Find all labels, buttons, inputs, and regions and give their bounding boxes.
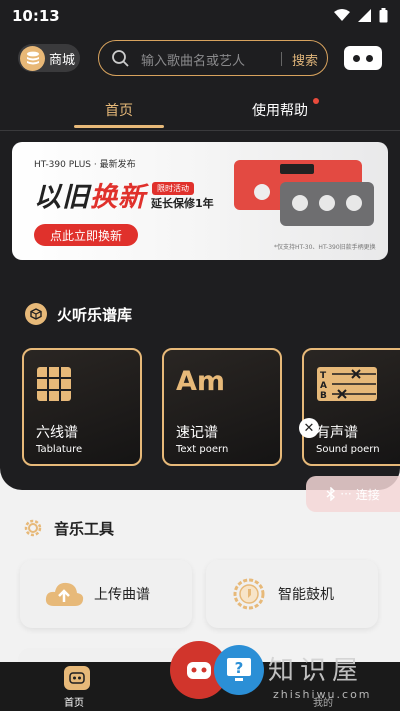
search-bar[interactable]: 输入歌曲名或艺人 搜索	[98, 40, 328, 76]
svg-text:A: A	[320, 381, 327, 391]
search-button[interactable]: 搜索	[292, 50, 318, 69]
tools-title: 音乐工具	[54, 519, 115, 538]
svg-text:B: B	[320, 391, 327, 401]
library-section-title: 火听乐谱库	[25, 303, 132, 325]
banner-fine-print: *仅支持HT-30、HT-390旧款手柄更换	[274, 244, 376, 251]
tablature-grid-icon	[37, 367, 71, 401]
card-sub: Tablature	[36, 444, 83, 455]
notification-dot	[313, 98, 319, 104]
card-text-poern[interactable]: Am 速记谱 Text poern	[162, 348, 282, 466]
tool-label: 智能鼓机	[278, 587, 334, 603]
question-monitor-icon: ?	[227, 658, 251, 681]
tab-active-indicator	[74, 125, 164, 128]
banner-headline-right: 换新	[90, 182, 146, 213]
smart-drum-button[interactable]: 智能鼓机	[206, 560, 378, 628]
bluetooth-icon	[326, 487, 336, 501]
card-sound-poern[interactable]: T A B 有声谱 Sound poern	[302, 348, 400, 466]
home-icon[interactable]	[64, 666, 90, 690]
card-name: 六线谱	[36, 425, 78, 441]
watermark-url: zhishiwu.com	[273, 688, 372, 701]
close-icon[interactable]: ✕	[299, 418, 319, 438]
bluetooth-connect-button[interactable]: ··· 连接	[306, 476, 400, 512]
promo-banner[interactable]: HT-390 PLUS · 最新发布 以旧换新 限时活动 延长保修1年 点此立即…	[12, 142, 388, 260]
banner-headline: 以旧换新	[34, 175, 146, 214]
tab-staff-icon: T A B	[317, 367, 377, 401]
search-divider	[281, 52, 282, 66]
card-sub: Sound poern	[316, 444, 380, 455]
wifi-icon	[334, 9, 350, 21]
battery-icon	[379, 8, 388, 23]
library-title: 火听乐谱库	[57, 305, 133, 324]
status-time: 10:13	[12, 7, 60, 25]
status-bar: 10:13	[0, 0, 400, 32]
banner-headline-left: 以旧	[34, 182, 90, 213]
nav-home-label[interactable]: 首页	[64, 694, 84, 709]
drum-icon	[233, 578, 265, 610]
help-question-button[interactable]: ?	[214, 645, 264, 695]
banner-model-line: HT-390 PLUS · 最新发布	[34, 160, 136, 170]
cloud-upload-icon	[45, 582, 84, 606]
tab-divider	[0, 130, 400, 131]
connect-label: 连接	[355, 487, 380, 502]
status-icons	[334, 8, 388, 23]
watermark-text: 知识屋	[268, 656, 365, 686]
upload-score-button[interactable]: 上传曲谱	[20, 560, 192, 628]
tab-help[interactable]: 使用帮助	[252, 100, 308, 120]
svg-text:T: T	[320, 371, 327, 381]
banner-warranty: 延长保修1年	[151, 197, 214, 210]
shop-label: 商城	[49, 52, 76, 68]
card-tablature[interactable]: 六线谱 Tablature	[22, 348, 142, 466]
top-dark-panel: 10:13 商城 输入歌曲名或艺人 搜索 首页 使用帮助 HT-390 PLUS…	[0, 0, 400, 490]
cube-icon	[25, 303, 47, 325]
gear-icon	[24, 519, 42, 537]
svg-text:?: ?	[235, 659, 244, 677]
banner-promo-tag: 限时活动	[152, 182, 194, 195]
search-input[interactable]: 输入歌曲名或艺人	[141, 50, 245, 69]
banner-cta-button[interactable]: 点此立即换新	[34, 224, 138, 246]
robot-face-icon	[187, 662, 211, 679]
tab-home[interactable]: 首页	[105, 100, 133, 120]
card-name: 有声谱	[316, 425, 358, 441]
signal-icon	[358, 9, 371, 22]
connect-dots: ···	[340, 487, 352, 501]
chord-am-glyph: Am	[176, 366, 226, 397]
device-robot-icon[interactable]	[344, 46, 382, 70]
tools-section-title: 音乐工具	[22, 517, 114, 539]
card-name: 速记谱	[176, 425, 218, 441]
tool-label: 上传曲谱	[94, 587, 150, 603]
device-gray-image	[280, 182, 374, 226]
card-sub: Text poern	[176, 444, 229, 455]
search-icon	[112, 50, 129, 67]
shop-button[interactable]: 商城	[18, 44, 80, 72]
coin-stack-icon	[20, 45, 45, 71]
